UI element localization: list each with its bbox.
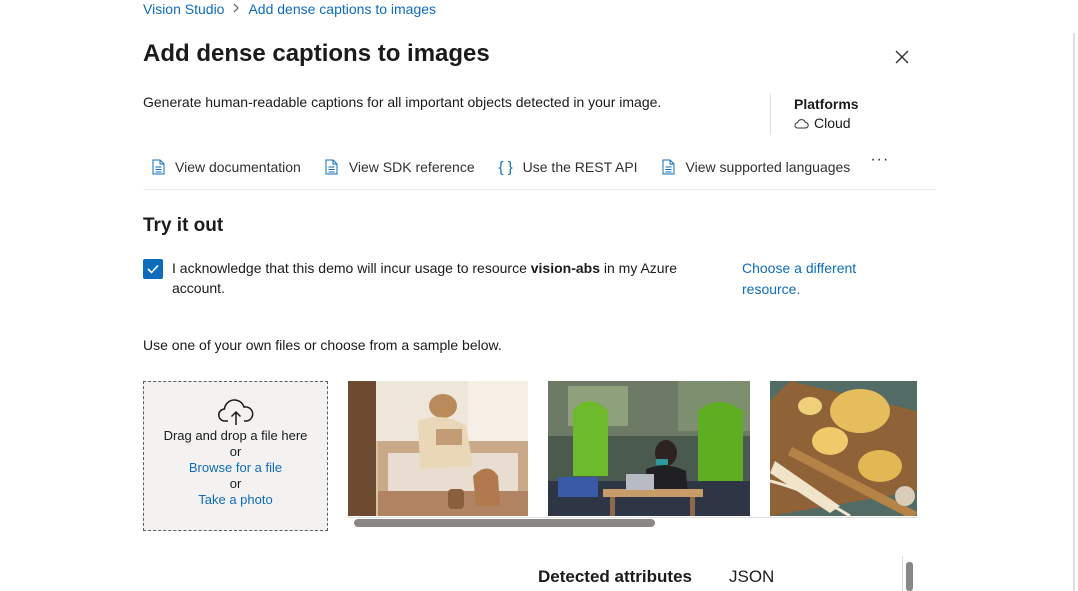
document-icon (324, 158, 340, 176)
breadcrumb-current[interactable]: Add dense captions to images (248, 1, 436, 17)
platform-label: Cloud (814, 115, 851, 131)
sample-image-pasta[interactable] (770, 381, 917, 516)
acknowledge-row: I acknowledge that this demo will incur … (143, 258, 723, 298)
view-sdk-reference-link[interactable]: View SDK reference (317, 155, 475, 179)
acknowledge-checkbox[interactable] (143, 259, 163, 279)
page-title: Add dense captions to images (143, 40, 490, 67)
more-options-button[interactable]: ··· (870, 151, 889, 169)
resource-name: vision-abs (530, 260, 600, 276)
view-documentation-link[interactable]: View documentation (143, 155, 301, 179)
upload-instructions: Use one of your own files or choose from… (143, 337, 502, 353)
or-text: or (229, 444, 242, 459)
cloud-upload-icon (217, 398, 255, 428)
drag-drop-text: Drag and drop a file here (163, 428, 308, 443)
close-icon (895, 50, 909, 64)
checkmark-icon (147, 264, 159, 274)
results-scroll-thumb[interactable] (906, 562, 913, 591)
acknowledge-text: I acknowledge that this demo will incur … (172, 258, 712, 298)
platforms-title: Platforms (794, 96, 859, 112)
tab-json[interactable]: JSON (729, 567, 774, 587)
browse-file-link[interactable]: Browse for a file (144, 460, 327, 476)
page-scrollbar[interactable] (1073, 33, 1078, 591)
link-label: View SDK reference (348, 159, 475, 175)
link-label: View documentation (175, 159, 301, 175)
ack-prefix: I acknowledge that this demo will incur … (172, 260, 527, 276)
document-icon (150, 158, 166, 176)
choose-different-resource-link[interactable]: Choose a different resource. (742, 258, 882, 300)
page-description: Generate human-readable captions for all… (143, 94, 662, 110)
or-text: or (229, 476, 242, 491)
take-photo-link[interactable]: Take a photo (144, 492, 327, 508)
braces-icon: { } (498, 158, 513, 176)
file-dropzone[interactable]: Drag and drop a file here or Browse for … (143, 381, 328, 531)
resource-links: View documentation View SDK reference { … (143, 151, 936, 190)
breadcrumb: Vision Studio Add dense captions to imag… (143, 1, 436, 17)
cloud-icon (794, 118, 809, 128)
sample-image-woman-with-dog[interactable] (348, 381, 528, 516)
tab-detected-attributes[interactable]: Detected attributes (538, 567, 692, 587)
link-label: View supported languages (685, 159, 851, 175)
close-button[interactable] (892, 47, 912, 67)
link-label: Use the REST API (522, 159, 638, 175)
platforms-panel: Platforms Cloud (770, 93, 859, 135)
chevron-right-icon (232, 2, 240, 16)
view-supported-languages-link[interactable]: View supported languages (654, 155, 851, 179)
samples-scroll-thumb[interactable] (354, 519, 655, 527)
breadcrumb-vision-studio[interactable]: Vision Studio (143, 1, 224, 17)
sample-image-woman-with-laptop[interactable] (548, 381, 750, 516)
try-it-out-heading: Try it out (143, 215, 224, 236)
use-rest-api-link[interactable]: { } Use the REST API (491, 155, 638, 179)
document-icon (661, 158, 677, 176)
platform-cloud: Cloud (794, 115, 859, 131)
